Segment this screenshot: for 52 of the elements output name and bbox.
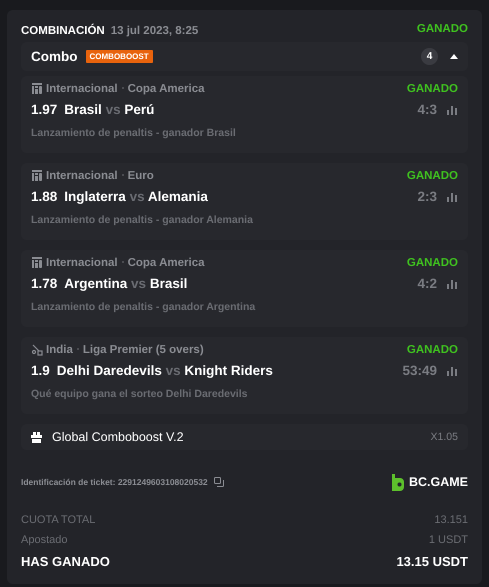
- market-text: Lanzamiento de penaltis - ganador Alemania: [31, 214, 254, 226]
- score: 53:49: [402, 363, 437, 378]
- ticket-id: Identificación de ticket: 2291249603108020532: [21, 477, 208, 487]
- score: 4:3: [417, 102, 437, 117]
- combo-title: Combo: [31, 49, 78, 64]
- match-name: Argentina vs Brasil: [64, 276, 188, 291]
- total-label: CUOTA TOTAL: [21, 514, 96, 526]
- status-label: GANADO: [416, 23, 468, 35]
- market-text: Qué equipo gana el sorteo Delhi Daredevils: [31, 388, 248, 400]
- odds: 1.88: [31, 189, 58, 204]
- comboboost-tag: COMBOBOOST: [86, 50, 153, 63]
- caret-icon[interactable]: [450, 54, 458, 59]
- bet-type: COMBINACIÓN: [21, 24, 105, 36]
- status-label: GANADO: [406, 344, 458, 356]
- match-name: Brasil vs Perú: [64, 102, 154, 117]
- league-name: Internacional Copa America: [46, 256, 204, 268]
- league-icon: [31, 169, 43, 182]
- match-name: Delhi Daredevils vs Knight Riders: [56, 363, 273, 378]
- stats-icon[interactable]: [447, 366, 458, 376]
- stats-icon[interactable]: [447, 192, 458, 202]
- status-label: GANADO: [406, 256, 458, 268]
- league-name: Internacional Copa America: [46, 82, 204, 94]
- total-value: 13.15 USDT: [396, 554, 468, 568]
- score: 4:2: [417, 276, 437, 291]
- copy-icon[interactable]: [214, 477, 224, 487]
- league-icon: [31, 82, 43, 95]
- boost-multiplier: X1.05: [430, 431, 458, 443]
- status-label: GANADO: [406, 82, 458, 94]
- total-label: HAS GANADO: [21, 554, 110, 568]
- total-label: Apostado: [21, 534, 68, 546]
- stats-icon[interactable]: [447, 104, 458, 114]
- league-name: India Liga Premier (5 overs): [46, 344, 204, 356]
- total-value: 13.151: [434, 514, 468, 526]
- score: 2:3: [417, 189, 437, 204]
- league-icon: [31, 256, 43, 269]
- market-text: Lanzamiento de penaltis - ganador Brasil: [31, 127, 237, 139]
- boost-name: Global Comboboost V.2: [52, 430, 184, 444]
- match-name: Inglaterra vs Alemania: [64, 189, 208, 204]
- league-name: Internacional Euro: [46, 170, 154, 182]
- selection-count: 4: [421, 48, 438, 65]
- brand-name: BC.GAME: [408, 475, 468, 489]
- brand-logo-icon: [392, 474, 404, 490]
- odds: 1.78: [31, 276, 58, 291]
- odds: 1.97: [31, 102, 58, 117]
- cricket-icon: [31, 343, 43, 356]
- status-label: GANADO: [406, 170, 458, 182]
- combo-header[interactable]: Combo COMBOBOOST 4: [21, 42, 468, 71]
- stats-icon[interactable]: [447, 278, 458, 288]
- market-text: Lanzamiento de penaltis - ganador Argentina: [31, 301, 256, 313]
- odds: 1.9: [31, 363, 50, 378]
- bet-date: 13 jul 2023, 8:25: [110, 24, 198, 36]
- total-value: 1 USDT: [428, 534, 468, 546]
